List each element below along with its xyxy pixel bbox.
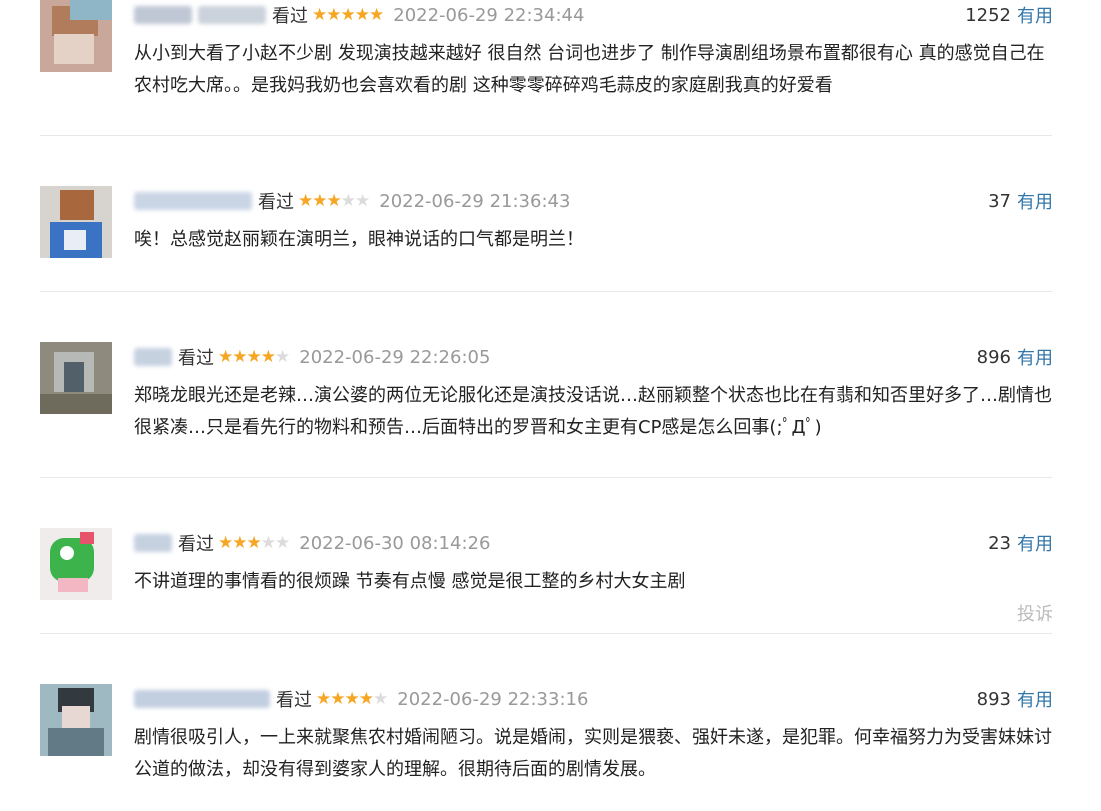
username[interactable] — [134, 348, 172, 366]
comment-time: 2022-06-29 21:36:43 — [379, 190, 571, 212]
star-icon: ★ — [275, 533, 290, 553]
star-icon: ★ — [369, 5, 384, 25]
star-icon: ★ — [326, 191, 342, 211]
useful-button[interactable]: 有用 — [1017, 188, 1053, 214]
star-icon: ★ — [275, 347, 290, 367]
star-icon: ★ — [340, 191, 356, 211]
comment-header: 看过 ★★★★★ 2022-06-29 21:36:43 — [134, 188, 570, 214]
avatar[interactable] — [40, 528, 112, 600]
username[interactable] — [198, 6, 266, 24]
comment-header: 看过 ★★★★★ 2022-06-29 22:34:44 — [134, 2, 584, 28]
star-icon: ★ — [246, 347, 262, 367]
watched-label: 看过 — [276, 690, 312, 711]
comment-header: 看过 ★★★★★ 2022-06-29 22:26:05 — [134, 344, 490, 370]
divider — [40, 477, 1052, 478]
avatar[interactable] — [40, 0, 112, 72]
rating-stars: ★★★★★ — [218, 347, 290, 367]
comment-text: 郑晓龙眼光还是老辣…演公婆的两位无论服化还是演技没话说…赵丽颖整个状态也比在有翡… — [134, 385, 1052, 438]
watched-label: 看过 — [258, 192, 294, 213]
vote-area: 37 有用 — [988, 188, 1053, 214]
watched-label: 看过 — [178, 534, 214, 555]
rating-stars: ★★★★★ — [298, 191, 370, 211]
comment-text: 不讲道理的事情看的很烦躁 节奏有点慢 感觉是很工整的乡村大女主剧 — [134, 571, 686, 592]
comment-time: 2022-06-29 22:34:44 — [393, 4, 585, 26]
star-icon: ★ — [373, 689, 388, 709]
star-icon: ★ — [260, 533, 276, 553]
divider — [40, 633, 1052, 634]
star-icon: ★ — [344, 689, 360, 709]
avatar[interactable] — [40, 684, 112, 756]
username[interactable] — [134, 192, 252, 210]
rating-stars: ★★★★★ — [218, 533, 290, 553]
vote-area: 23 有用 — [988, 530, 1053, 556]
star-icon: ★ — [326, 5, 341, 25]
star-icon: ★ — [340, 5, 356, 25]
vote-count: 1252 — [965, 4, 1011, 26]
star-icon: ★ — [312, 191, 327, 211]
username[interactable] — [134, 6, 192, 24]
useful-button[interactable]: 有用 — [1017, 344, 1053, 370]
divider — [40, 135, 1052, 136]
star-icon: ★ — [354, 5, 370, 25]
star-icon: ★ — [218, 533, 233, 553]
star-icon: ★ — [355, 191, 370, 211]
vote-count: 896 — [976, 346, 1011, 368]
rating-stars: ★★★★★ — [312, 5, 384, 25]
rating-stars: ★★★★★ — [316, 689, 388, 709]
report-button[interactable]: 投诉 — [1017, 600, 1053, 626]
star-icon: ★ — [246, 533, 262, 553]
username[interactable] — [134, 690, 270, 708]
star-icon: ★ — [218, 347, 233, 367]
useful-button[interactable]: 有用 — [1017, 530, 1053, 556]
useful-button[interactable]: 有用 — [1017, 686, 1053, 712]
comment-text: 唉！总感觉赵丽颖在演明兰，眼神说话的口气都是明兰！ — [134, 229, 584, 250]
comment-header: 看过 ★★★★★ 2022-06-30 08:14:26 — [134, 530, 490, 556]
comment-time: 2022-06-29 22:26:05 — [299, 346, 491, 368]
divider — [40, 291, 1052, 292]
avatar[interactable] — [40, 186, 112, 258]
vote-area: 893 有用 — [977, 686, 1053, 712]
vote-count: 893 — [976, 688, 1011, 710]
comment-time: 2022-06-30 08:14:26 — [299, 532, 491, 554]
comment-header: 看过 ★★★★★ 2022-06-29 22:33:16 — [134, 686, 588, 712]
watched-label: 看过 — [272, 6, 308, 27]
vote-area: 1252 有用 — [965, 2, 1053, 28]
star-icon: ★ — [330, 689, 345, 709]
star-icon: ★ — [232, 533, 247, 553]
vote-count: 37 — [988, 190, 1011, 212]
star-icon: ★ — [312, 5, 327, 25]
star-icon: ★ — [358, 689, 374, 709]
username[interactable] — [134, 534, 172, 552]
star-icon: ★ — [316, 689, 331, 709]
watched-label: 看过 — [178, 348, 214, 369]
comment-text: 从小到大看了小赵不少剧 发现演技越来越好 很自然 台词也进步了 制作导演剧组场景… — [134, 43, 1045, 96]
comment-text: 剧情很吸引人，一上来就聚焦农村婚闹陋习。说是婚闹，实则是猥亵、强奸未遂，是犯罪。… — [134, 727, 1052, 780]
vote-count: 23 — [988, 532, 1011, 554]
star-icon: ★ — [232, 347, 247, 367]
useful-button[interactable]: 有用 — [1017, 2, 1053, 28]
star-icon: ★ — [260, 347, 276, 367]
vote-area: 896 有用 — [977, 344, 1053, 370]
star-icon: ★ — [298, 191, 313, 211]
comment-time: 2022-06-29 22:33:16 — [397, 688, 589, 710]
avatar[interactable] — [40, 342, 112, 414]
